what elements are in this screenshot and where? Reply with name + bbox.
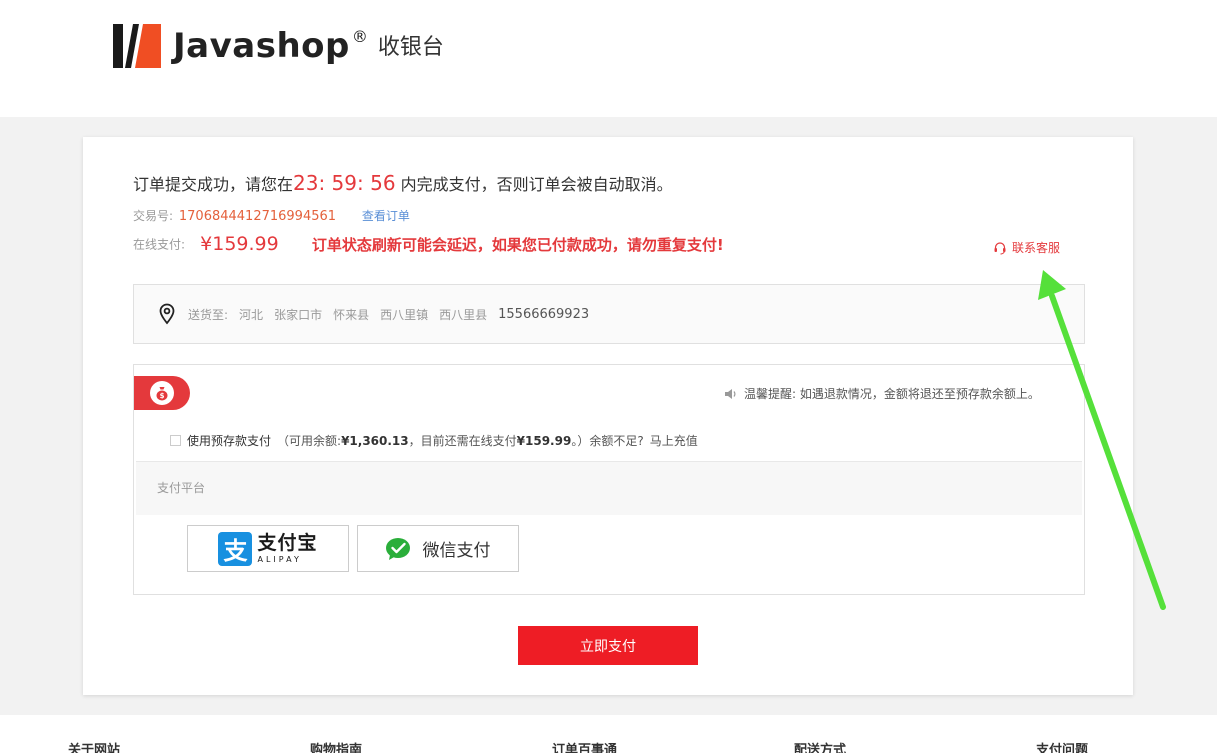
refund-reminder: 温馨提醒: 如遇退款情况，金额将退还至预存款余额上。 <box>724 385 1040 402</box>
footer: 关于网站 购物指南 订单百事通 配送方式 支付问题 <box>0 715 1217 753</box>
trade-label: 交易号: <box>133 209 174 223</box>
message-prefix: 订单提交成功，请您在 <box>133 175 294 194</box>
payment-warning: 订单状态刷新可能会延迟，如果您已付款成功，请勿重复支付! <box>311 235 724 254</box>
balance-suffix: 。）余额不足? <box>571 434 644 448</box>
balance-prefix: （可用余额: <box>277 434 342 448</box>
trade-info: 交易号: 1706844412716994561 查看订单 <box>133 207 410 224</box>
payment-options-box: $ 温馨提醒: 如遇退款情况，金额将退还至预存款余额上。 使用预存款支付 （可用… <box>133 364 1085 595</box>
headset-icon <box>994 241 1006 254</box>
location-pin-icon <box>158 303 176 325</box>
order-success-message: 订单提交成功，请您在23: 59: 56 内完成支付，否则订单会被自动取消。 <box>133 171 673 195</box>
address-county: 怀来县 <box>333 307 370 322</box>
recharge-link[interactable]: 马上充值 <box>650 432 698 449</box>
footer-delivery[interactable]: 配送方式 <box>794 739 846 753</box>
brand-name: Javashop <box>173 26 350 66</box>
trade-number: 1706844412716994561 <box>178 209 337 224</box>
address-town: 西八里镇 <box>380 307 429 322</box>
alipay-icon: 支 <box>218 531 253 566</box>
view-order-link[interactable]: 查看订单 <box>362 209 410 223</box>
footer-order-help[interactable]: 订单百事通 <box>552 739 617 753</box>
wallet-badge: $ <box>134 376 190 410</box>
pay-now-button[interactable]: 立即支付 <box>518 626 698 665</box>
online-pay-label: 在线支付: <box>133 237 186 252</box>
wechat-icon <box>385 537 410 560</box>
refund-reminder-text: 温馨提醒: 如遇退款情况，金额将退还至预存款余额上。 <box>744 387 1040 401</box>
alipay-logo: 支 支付宝 ALIPAY <box>218 531 318 566</box>
javashop-logo[interactable]: Javashop ® 收银台 <box>113 24 444 68</box>
need-online-amount: ¥159.99 <box>516 433 572 448</box>
money-bag-icon: $ <box>150 381 174 405</box>
address-label: 送货至: <box>188 307 229 322</box>
footer-shopping-guide[interactable]: 购物指南 <box>310 739 362 753</box>
message-suffix: 内完成支付，否则订单会被自动取消。 <box>395 175 673 194</box>
payment-amount: ¥159.99 <box>200 233 279 255</box>
address-phone: 15566669923 <box>498 306 590 322</box>
checkout-card: 订单提交成功，请您在23: 59: 56 内完成支付，否则订单会被自动取消。 交… <box>83 137 1133 695</box>
deposit-option: 使用预存款支付 （可用余额: ¥1,360.13 ，目前还需在线支付 ¥159.… <box>170 432 698 449</box>
address-province: 河北 <box>239 307 264 322</box>
alipay-option[interactable]: 支 支付宝 ALIPAY <box>187 525 349 572</box>
javashop-logo-mark-icon <box>113 24 161 68</box>
speaker-icon <box>725 388 736 399</box>
contact-service-link[interactable]: 联系客服 <box>993 239 1060 256</box>
footer-payment-issues[interactable]: 支付问题 <box>1036 739 1088 753</box>
payment-platform-section: 支付平台 支 支付宝 ALIPAY 微信支付 <box>136 461 1082 592</box>
wechat-pay-label: 微信支付 <box>422 541 491 561</box>
cashier-title: 收银台 <box>377 35 444 60</box>
available-balance: ¥1,360.13 <box>341 433 409 448</box>
header: Javashop ® 收银台 <box>0 0 1217 117</box>
wechat-pay-option[interactable]: 微信支付 <box>357 525 519 572</box>
delivery-address: 送货至: 河北 张家口市 怀来县 西八里镇 西八里县 15566669923 <box>133 284 1085 344</box>
alipay-en-label: ALIPAY <box>257 554 302 564</box>
address-detail: 西八里县 <box>439 307 488 322</box>
registered-mark: ® <box>351 27 368 46</box>
online-payment-row: 在线支付: ¥159.99 订单状态刷新可能会延迟，如果您已付款成功，请勿重复支… <box>133 233 724 255</box>
use-deposit-label: 使用预存款支付 <box>187 434 272 448</box>
footer-about[interactable]: 关于网站 <box>68 739 120 753</box>
use-deposit-checkbox[interactable] <box>170 435 181 446</box>
address-city: 张家口市 <box>274 307 323 322</box>
balance-mid: ，目前还需在线支付 <box>408 434 517 448</box>
countdown-timer: 23: 59: 56 <box>293 171 396 195</box>
contact-service-label: 联系客服 <box>1012 241 1061 255</box>
payment-platform-title: 支付平台 <box>136 462 1082 515</box>
alipay-cn-label: 支付宝 <box>257 531 318 554</box>
svg-text:$: $ <box>160 392 165 400</box>
